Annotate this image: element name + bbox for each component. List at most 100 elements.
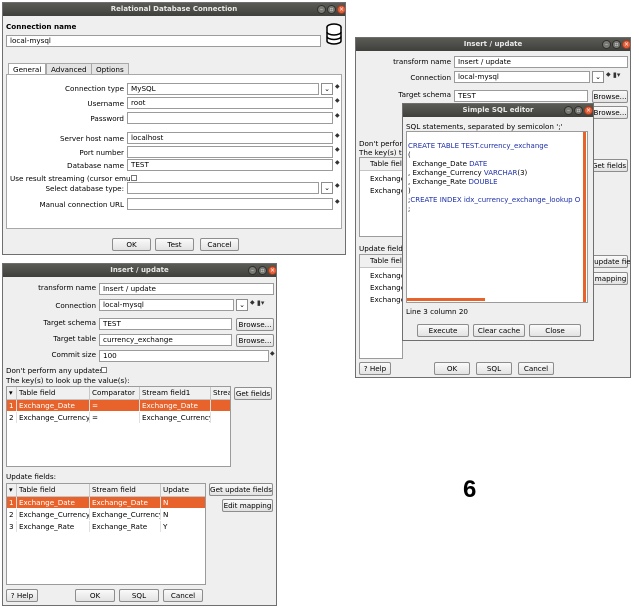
get-update-fields-button[interactable]: t update fields (588, 255, 630, 268)
browse-table-button[interactable]: Browse... (592, 106, 628, 119)
connection-select[interactable]: local-mysql (99, 299, 234, 311)
update-cell[interactable]: Y (161, 521, 205, 532)
key-grid[interactable]: ▾ Table field Comparator Stream field1 S… (6, 386, 231, 467)
close-icon[interactable]: × (622, 40, 630, 49)
stream-field-cell[interactable]: Exchange_Currency (140, 412, 211, 423)
update-row-2[interactable]: Exchange (360, 282, 402, 293)
maximize-icon[interactable]: ▫ (327, 5, 336, 14)
target-table-input[interactable]: currency_exchange (99, 334, 232, 346)
username-input[interactable]: root (127, 97, 333, 109)
key-row-2[interactable]: Exchange (360, 185, 402, 196)
stream-field-cell[interactable]: Exchange_Date (90, 497, 161, 508)
sql-button[interactable]: SQL (119, 589, 159, 602)
db-type-label: Select database type: (45, 184, 124, 193)
chevron-down-icon[interactable]: ⌄ (321, 83, 333, 95)
update-row-1[interactable]: Exchange (360, 270, 402, 281)
help-button[interactable]: ? Help (6, 589, 38, 602)
browse-schema-button[interactable]: Browse... (592, 90, 628, 103)
maximize-icon[interactable]: ▫ (258, 266, 267, 275)
manual-url-input[interactable] (127, 198, 333, 210)
update-row-3[interactable]: Exchange (360, 294, 402, 305)
get-fields-button[interactable]: Get fields (234, 387, 272, 400)
table-field-cell[interactable]: Exchange_Date (17, 400, 90, 411)
horizontal-scrollbar[interactable] (407, 298, 485, 301)
ok-button[interactable]: OK (112, 238, 151, 251)
table-row[interactable]: 2 Exchange_Currency = Exchange_Currency (7, 412, 230, 423)
database-menu-icon[interactable]: ▮▾ (613, 71, 620, 79)
test-button[interactable]: Test (155, 238, 194, 251)
minimize-icon[interactable]: – (602, 40, 611, 49)
tab-advanced[interactable]: Advanced (46, 63, 92, 74)
maximize-icon[interactable]: ▫ (612, 40, 621, 49)
sql-text: (3) (517, 169, 528, 177)
connection-name-input[interactable]: local-mysql (6, 35, 321, 47)
get-fields-button[interactable]: Get fields (590, 159, 628, 172)
stream-field-cell[interactable]: Exchange_Rate (90, 521, 161, 532)
table-field-cell[interactable]: Exchange_Currency (17, 509, 90, 520)
ok-button[interactable]: OK (75, 589, 115, 602)
port-input[interactable] (127, 146, 333, 158)
dont-perform-checkbox[interactable] (101, 367, 107, 373)
db-type-select[interactable] (127, 182, 319, 194)
stream-field-cell[interactable]: Exchange_Currency (90, 509, 161, 520)
table-row[interactable]: 1 Exchange_Date = Exchange_Date (7, 400, 230, 411)
close-icon[interactable]: × (337, 5, 345, 14)
table-row[interactable]: 2 Exchange_Currency Exchange_Currency N (7, 509, 205, 520)
minimize-icon[interactable]: – (248, 266, 257, 275)
sql-textarea[interactable]: CREATE TABLE TEST.currency_exchange ( Ex… (406, 131, 588, 303)
clear-cache-button[interactable]: Clear cache (473, 324, 525, 337)
get-update-fields-button[interactable]: Get update fields (209, 483, 273, 496)
table-field-cell[interactable]: Exchange_Rate (17, 521, 90, 532)
minimize-icon[interactable]: – (564, 106, 573, 115)
server-host-input[interactable]: localhost (127, 132, 333, 144)
stream-field-cell[interactable]: Exchange_Date (140, 400, 211, 411)
chevron-down-icon[interactable]: ⌄ (236, 299, 248, 311)
execute-button[interactable]: Execute (417, 324, 469, 337)
update-grid-back[interactable]: Table field Exchange Exchange Exchange (359, 254, 403, 359)
cancel-button[interactable]: Cancel (163, 589, 203, 602)
browse-table-button[interactable]: Browse... (236, 334, 274, 347)
chevron-down-icon[interactable]: ⌄ (592, 71, 604, 83)
key-row-1[interactable]: Exchange (360, 173, 402, 184)
edit-mapping-button[interactable]: Edit mapping (222, 499, 273, 512)
close-button[interactable]: Close (529, 324, 581, 337)
target-schema-input[interactable]: TEST (99, 318, 232, 330)
cancel-button[interactable]: Cancel (200, 238, 239, 251)
minimize-icon[interactable]: – (317, 5, 326, 14)
update-grid[interactable]: ▾ Table field Stream field Update 1 Exch… (6, 483, 206, 585)
comparator-cell[interactable]: = (90, 400, 140, 411)
close-icon[interactable]: × (268, 266, 276, 275)
result-streaming-checkbox[interactable] (131, 175, 137, 181)
comparator-cell[interactable]: = (90, 412, 140, 423)
transform-name-input[interactable]: Insert / update (99, 283, 274, 295)
transform-name-input[interactable]: Insert / update (454, 56, 628, 68)
maximize-icon[interactable]: ▫ (574, 106, 583, 115)
table-row[interactable]: 1 Exchange_Date Exchange_Date N (7, 497, 205, 508)
help-button[interactable]: ? Help (359, 362, 391, 375)
row-number: 2 (7, 412, 17, 423)
tab-options[interactable]: Options (91, 63, 129, 74)
database-name-input[interactable]: TEST (127, 159, 333, 171)
key-grid-back[interactable]: Table field Exchange Exchange (359, 157, 403, 237)
update-cell[interactable]: N (161, 497, 205, 508)
sql-button[interactable]: SQL (476, 362, 512, 375)
table-field-cell[interactable]: Exchange_Currency (17, 412, 90, 423)
database-menu-icon[interactable]: ▮▾ (257, 299, 264, 307)
chevron-down-icon[interactable]: ⌄ (321, 182, 333, 194)
close-icon[interactable]: × (584, 106, 593, 115)
target-schema-input[interactable]: TEST (454, 90, 588, 102)
cancel-button[interactable]: Cancel (518, 362, 554, 375)
password-input[interactable] (127, 112, 333, 124)
transform-name-label: transform name (38, 283, 96, 292)
table-row[interactable]: 3 Exchange_Rate Exchange_Rate Y (7, 521, 205, 532)
table-field-cell[interactable]: Exchange_Date (17, 497, 90, 508)
commit-size-input[interactable]: 100 (99, 350, 269, 362)
connection-select[interactable]: local-mysql (454, 71, 590, 83)
edit-mapping-button[interactable]: t mapping (588, 272, 628, 285)
browse-schema-button[interactable]: Browse... (236, 318, 274, 331)
update-cell[interactable]: N (161, 509, 205, 520)
ok-button[interactable]: OK (434, 362, 470, 375)
vertical-scrollbar[interactable] (583, 132, 586, 302)
port-label: Port number (79, 148, 124, 157)
connection-type-select[interactable]: MySQL (127, 83, 319, 95)
